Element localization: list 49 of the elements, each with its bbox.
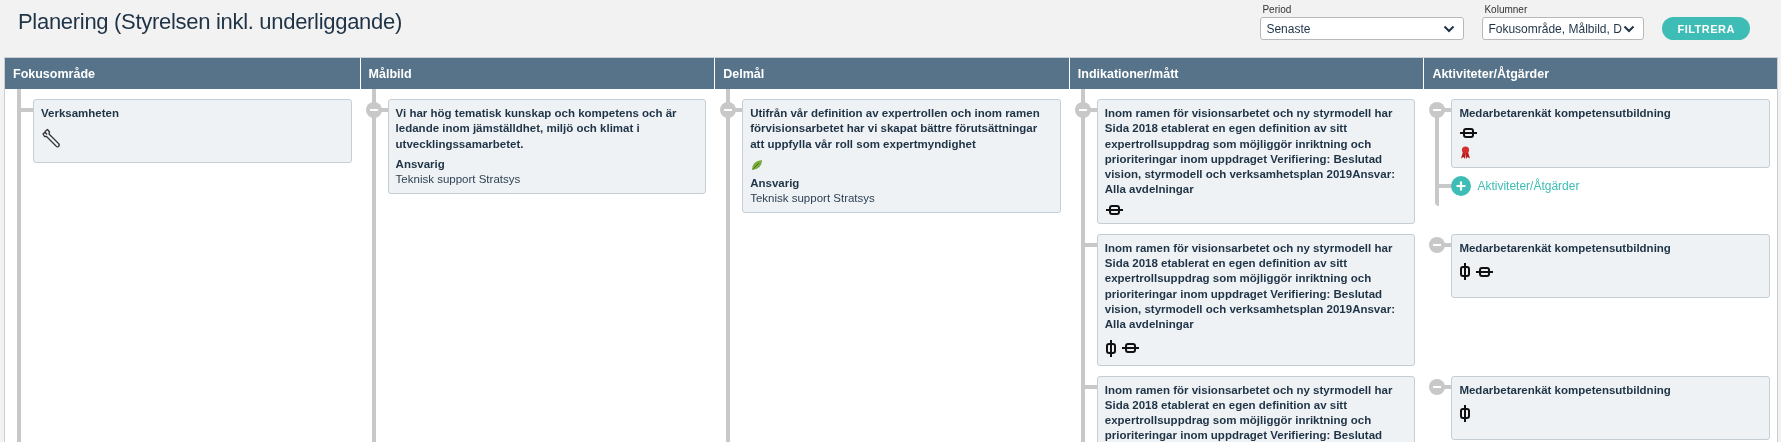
plan-card[interactable]: Medarbetarenkät kompetensutbildning <box>1451 99 1770 169</box>
filter-label: Period <box>1262 4 1293 15</box>
dropdown-field[interactable]: Senaste <box>1260 17 1465 40</box>
link-icon <box>1121 343 1139 354</box>
card-title: Inom ramen för visionsarbetet och ny styrmodell har Sida 2018 etablerat en egen definition av sitt expertrollsuppdrag som möjliggör inriktning och prioriteringar inom uppdraget Verifiering: Beslutad vision, styrmodell och verksamhetsplan 2019Ansvar: Alla avdelningar <box>1104 240 1396 333</box>
card-title: Verksamheten <box>41 106 119 121</box>
add-activity-label: Aktiviteter/Åtgärder <box>1477 179 1580 194</box>
collapse-toggle-icon[interactable] <box>1429 102 1446 118</box>
candlestick-icon <box>1105 339 1116 357</box>
responsible-name: Teknisk support Stratsys <box>395 172 521 185</box>
plan-card[interactable] <box>1096 99 1416 224</box>
card-title: Vi har hög tematisk kunskap och kompetens och är ledande inom jämställdhet, miljö och klimat i utvecklingssamarbetet. <box>395 106 678 152</box>
collapse-toggle-icon[interactable] <box>720 102 737 118</box>
link-icon <box>1476 266 1494 277</box>
plan-card[interactable]: Vi har hög tematisk kunskap och kompetens och är ledande inom jämställdhet, miljö och klimat i utvecklingssamarbetet. Ansvarig Teknisk support Stratsys <box>387 99 707 194</box>
link-icon <box>1105 204 1123 215</box>
responsible-label: Ansvarig <box>750 176 800 189</box>
column-header: Aktiviteter/Åtgärder <box>1423 58 1777 89</box>
responsible-name: Teknisk support Stratsys <box>750 191 875 204</box>
column-header: Fokusområde <box>12 66 96 83</box>
candlestick-icon <box>1460 404 1471 422</box>
plan-card[interactable]: Verksamheten <box>33 99 352 163</box>
link-icon <box>1460 128 1478 139</box>
chevron-down-icon <box>1623 24 1636 33</box>
plus-icon <box>1451 176 1472 197</box>
collapse-toggle-icon[interactable] <box>1074 102 1091 118</box>
collapse-toggle-icon[interactable] <box>1429 236 1446 253</box>
plan-card[interactable] <box>1096 233 1416 366</box>
plan-card[interactable]: Medarbetarenkät kompetensutbildning <box>1451 233 1770 298</box>
plan-card[interactable]: Medarbetarenkät kompetensutbildning <box>1451 375 1770 440</box>
card-title: Utifrån vår definition av expertrollen och inom ramen förvisionsarbetet har vi skapat bättre förutsättningar att uppfylla vår roll som expertmyndighet <box>750 106 1041 152</box>
card-title: Medarbetarenkät kompetensutbildning <box>1459 382 1671 398</box>
leaf-icon <box>751 158 764 171</box>
dropdown-field[interactable]: Fokusområde, Målbild, D <box>1482 17 1645 40</box>
card-title: Inom ramen för visionsarbetet och ny styrmodell har Sida 2018 etablerat en egen definition av sitt expertrollsuppdrag som möjliggör inriktning och prioriteringar inom uppdraget Verifiering: Beslutad <box>1104 382 1394 442</box>
ribbon-icon <box>1460 146 1472 160</box>
card-title: Medarbetarenkät kompetensutbildning <box>1459 240 1671 256</box>
plan-card[interactable]: Utifrån vår definition av expertrollen och inom ramen förvisionsarbetet har vi skapat bättre förutsättningar att uppfylla vår roll som expertmyndighet Ansvarig Teknisk support Stratsys <box>742 99 1061 213</box>
page-title: Planering (Styrelsen inkl. underliggande) <box>18 9 402 35</box>
collapse-toggle-icon[interactable] <box>365 102 382 118</box>
candlestick-icon <box>1460 263 1471 281</box>
card-title: Medarbetarenkät kompetensutbildning <box>1459 106 1671 121</box>
wrench-icon <box>42 128 62 149</box>
filter-label: Kolumner <box>1484 4 1529 15</box>
card-title: Inom ramen för visionsarbetet och ny styrmodell har Sida 2018 etablerat en egen definition av sitt expertrollsuppdrag som möjliggör inriktning och prioriteringar inom uppdraget Verifiering: Beslutad vision, styrmodell och verksamhetsplan 2019Ansvar: Alla avdelningar <box>1104 106 1396 198</box>
collapse-toggle-icon[interactable] <box>1429 378 1446 395</box>
chevron-down-icon <box>1443 24 1456 33</box>
responsible-label: Ansvarig <box>395 157 445 170</box>
plan-card[interactable]: Inom ramen för visionsarbetet och ny styrmodell har Sida 2018 etablerat en egen definition av sitt expertrollsuppdrag som möjliggör inriktning och prioriteringar inom uppdraget Verifiering: Beslutad <box>1096 375 1416 442</box>
